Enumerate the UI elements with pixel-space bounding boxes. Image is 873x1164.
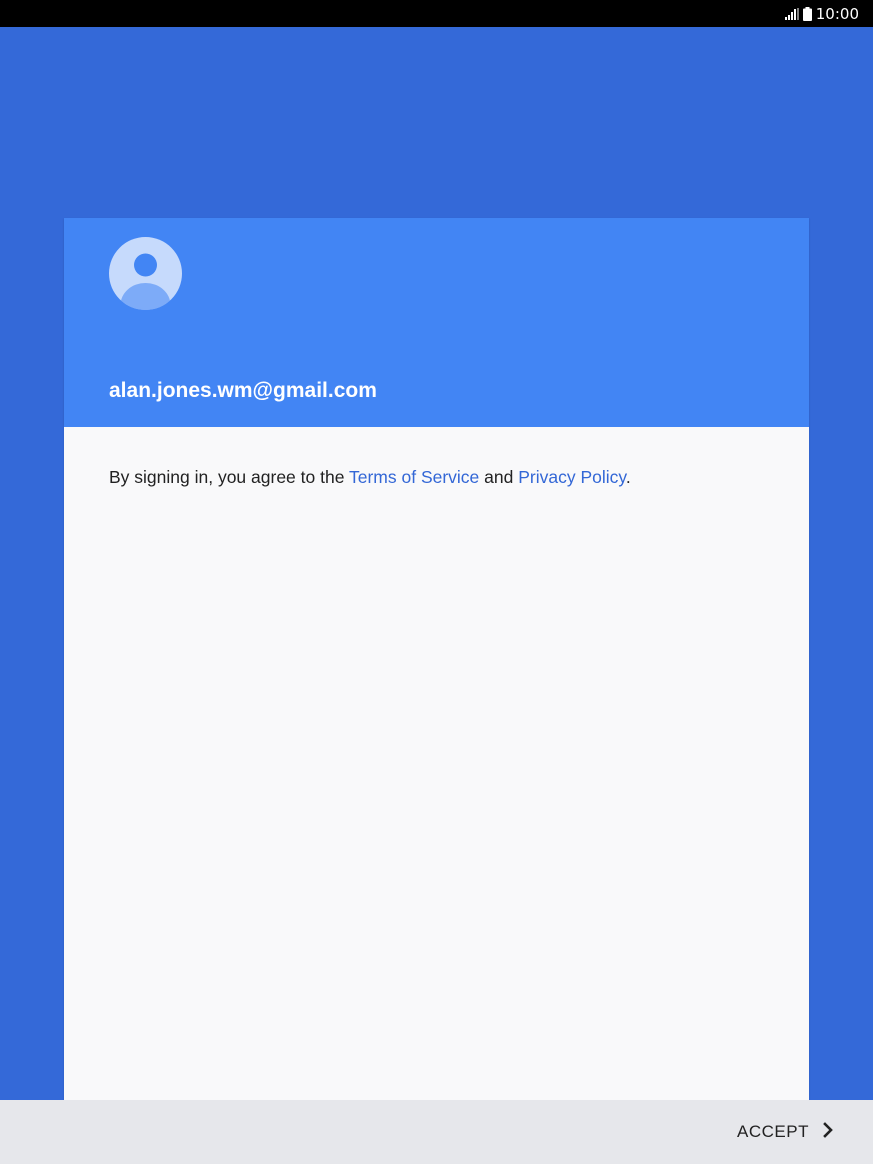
status-bar: 10:00 [0,0,873,27]
account-email: alan.jones.wm@gmail.com [109,379,377,402]
terms-prefix: By signing in, you agree to the [109,467,349,487]
terms-conjunction: and [479,467,519,487]
accept-button[interactable]: ACCEPT [737,1116,833,1148]
terms-suffix: . [625,467,631,487]
chevron-right-icon [823,1121,833,1143]
sign-in-screen: 10:00 alan.jones.wm@gmail.com By signing [0,0,873,1164]
status-icons: 10:00 [784,0,859,27]
terms-of-service-link[interactable]: Terms of Service [349,467,479,487]
privacy-policy-link[interactable]: Privacy Policy [518,467,626,487]
battery-icon [802,6,812,21]
accept-label: ACCEPT [737,1122,809,1141]
sign-in-card: alan.jones.wm@gmail.com By signing in, y… [64,218,809,1100]
terms-notice: By signing in, you agree to the Terms of… [109,467,631,488]
signal-icon [784,7,799,20]
account-header: alan.jones.wm@gmail.com [64,218,809,427]
bottom-action-bar: ACCEPT [0,1100,873,1164]
status-time: 10:00 [815,4,859,23]
default-avatar-icon [109,237,182,310]
